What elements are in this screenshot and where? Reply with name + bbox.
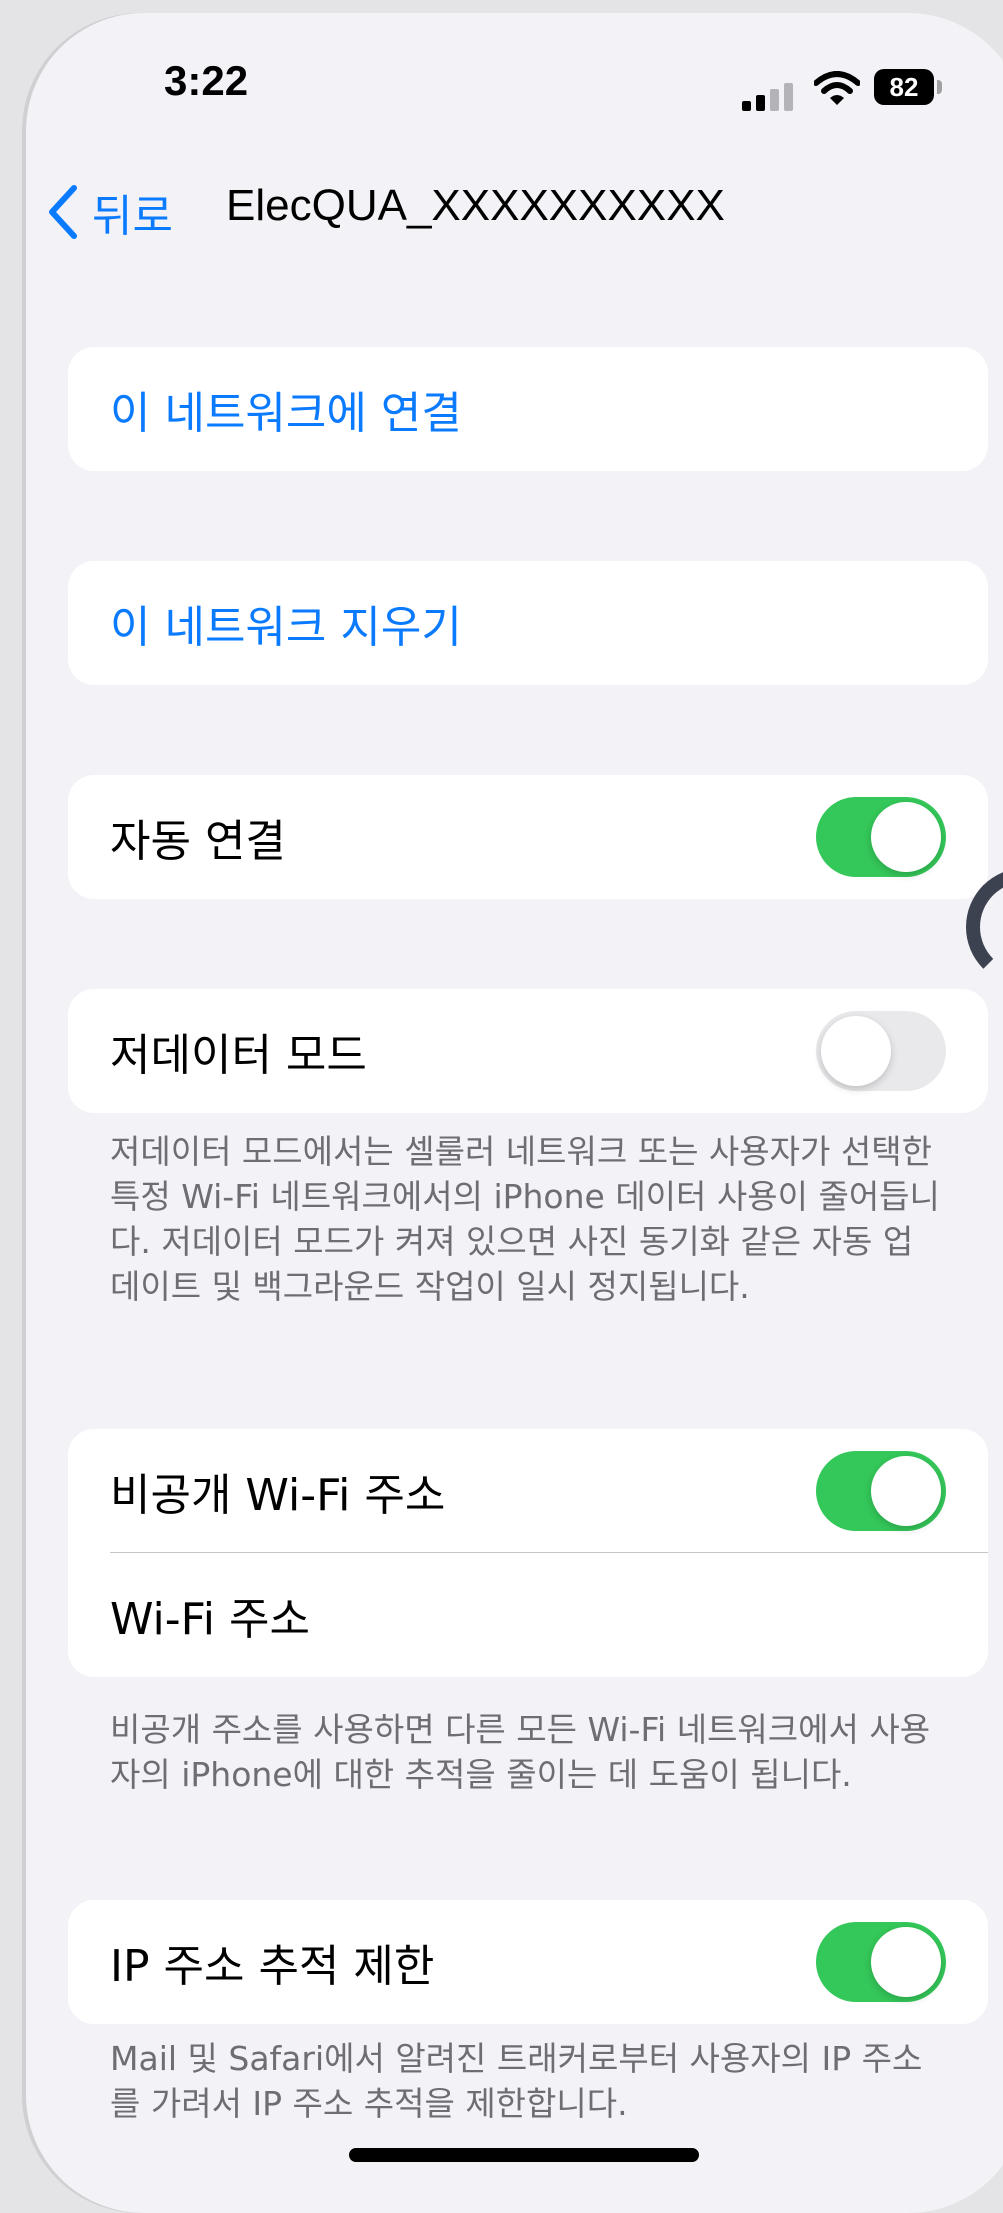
join-network-card: 이 네트워크에 연결 [68,347,988,471]
wifi-address-label: Wi-Fi 주소 [110,1594,310,1645]
forget-network-card: 이 네트워크 지우기 [68,561,988,685]
ip-tracking-toggle[interactable] [816,1922,946,2002]
ip-tracking-row: IP 주소 추적 제한 [68,1900,988,2024]
low-data-row: 저데이터 모드 [68,989,988,1113]
back-label: 뒤로 [92,191,173,242]
ip-tracking-card: IP 주소 추적 제한 [68,1900,988,2024]
back-button[interactable]: 뒤로 [46,177,173,247]
cellular-signal-icon [742,83,793,111]
battery-percent: 82 [889,72,919,102]
toggle-knob [871,802,941,872]
private-address-toggle[interactable] [816,1451,946,1531]
low-data-card: 저데이터 모드 [68,989,988,1113]
private-address-footnote: 비공개 주소를 사용하면 다른 모든 Wi-Fi 네트워크에서 사용자의 iPh… [110,1710,931,1794]
auto-join-label: 자동 연결 [110,816,286,867]
chevron-left-icon [49,185,77,239]
auto-join-card: 자동 연결 [68,775,988,899]
toggle-knob [871,1456,941,1526]
wifi-icon [814,71,860,105]
private-address-label: 비공개 Wi-Fi 주소 [110,1470,446,1521]
battery-icon: 82 [874,69,934,105]
private-address-card: 비공개 Wi-Fi 주소 Wi-Fi 주소 [68,1429,988,1677]
join-network-button[interactable]: 이 네트워크에 연결 [68,347,988,471]
status-time: 3:22 [164,57,249,104]
status-bar: 3:22 82 [26,13,1003,153]
forget-network-button[interactable]: 이 네트워크 지우기 [68,561,988,685]
ip-tracking-footnote: Mail 및 Safari에서 알려진 트래커로부터 사용자의 IP 주소를 가… [110,2039,923,2123]
ip-tracking-label: IP 주소 추적 제한 [110,1941,435,1992]
phone-screen: 3:22 82 뒤로 ElecQUA_XXXXXXXXXX 이 네트워크에 연결 [26,13,1003,2213]
battery-cap [937,80,942,94]
private-address-row: 비공개 Wi-Fi 주소 [68,1429,988,1553]
navigation-bar: 뒤로 ElecQUA_XXXXXXXXXX [26,163,1003,263]
low-data-label: 저데이터 모드 [110,1030,367,1081]
home-indicator[interactable] [349,2148,699,2162]
auto-join-row: 자동 연결 [68,775,988,899]
page-title: ElecQUA_XXXXXXXXXX [226,181,725,230]
low-data-footnote: 저데이터 모드에서는 셀룰러 네트워크 또는 사용자가 선택한 특정 Wi-Fi… [110,1132,940,1306]
auto-join-toggle[interactable] [816,797,946,877]
low-data-toggle[interactable] [816,1011,946,1091]
toggle-knob [871,1927,941,1997]
wifi-address-row: Wi-Fi 주소 [68,1553,988,1677]
toggle-knob [821,1016,891,1086]
